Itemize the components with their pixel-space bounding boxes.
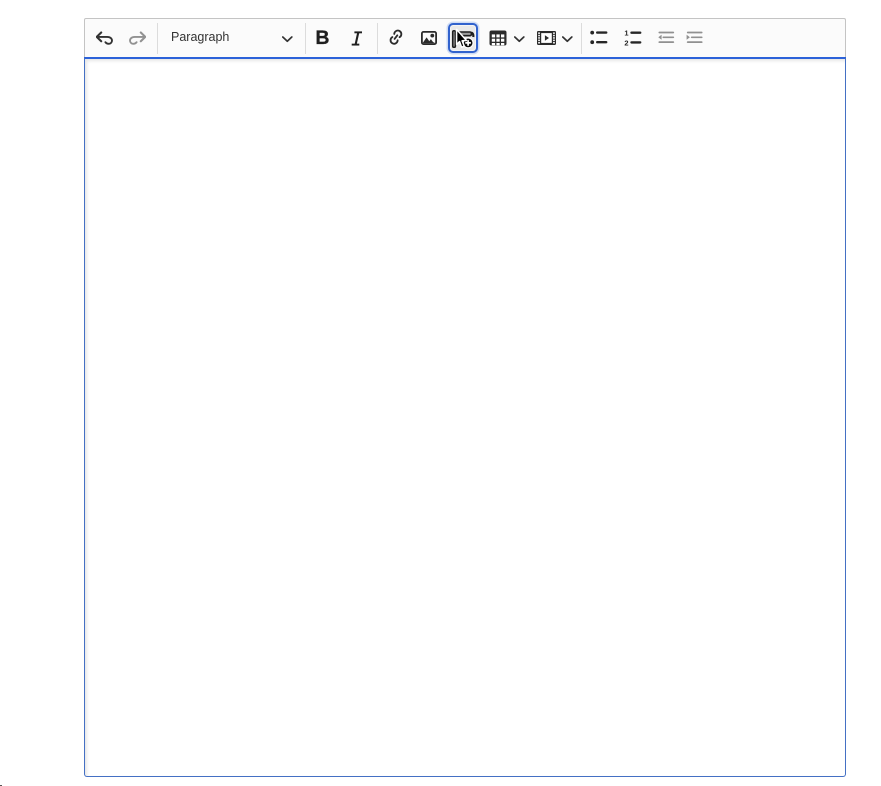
svg-text:1: 1 <box>624 30 628 38</box>
svg-text:2: 2 <box>624 38 628 46</box>
